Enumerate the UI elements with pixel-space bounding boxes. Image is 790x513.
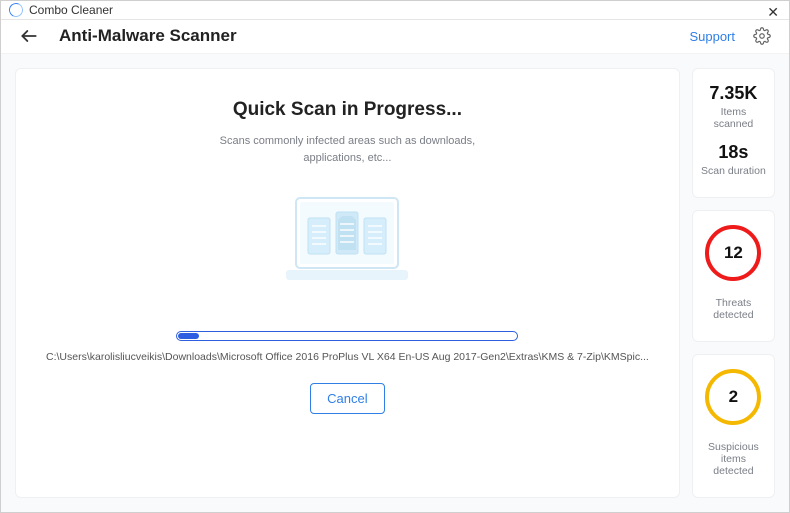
gear-icon — [753, 27, 771, 45]
threats-label: Threats detected — [701, 297, 766, 321]
suspicious-card: 2 Suspicious items detected — [692, 354, 775, 498]
scan-panel: Quick Scan in Progress... Scans commonly… — [15, 68, 680, 498]
scan-description: Scans commonly infected areas such as do… — [220, 133, 476, 166]
suspicious-value: 2 — [729, 387, 738, 407]
header: Anti-Malware Scanner Support — [1, 20, 789, 54]
items-scanned-label: Items scanned — [701, 106, 766, 130]
page-title: Anti-Malware Scanner — [59, 26, 237, 46]
titlebar: Combo Cleaner ✕ — [1, 1, 789, 20]
threats-ring-icon: 12 — [705, 225, 761, 281]
scan-duration-label: Scan duration — [701, 165, 766, 177]
settings-button[interactable] — [753, 27, 771, 45]
threats-card: 12 Threats detected — [692, 210, 775, 342]
laptop-icon — [282, 194, 412, 286]
laptop-illustration — [282, 194, 412, 291]
scan-duration-value: 18s — [718, 142, 748, 163]
current-scan-path: C:\Users\karolisliucveikis\Downloads\Mic… — [46, 351, 649, 363]
suspicious-label: Suspicious items detected — [701, 441, 766, 477]
scan-title: Quick Scan in Progress... — [233, 99, 462, 121]
app-title: Combo Cleaner — [29, 3, 113, 17]
suspicious-ring-icon: 2 — [705, 369, 761, 425]
back-button[interactable] — [19, 26, 39, 46]
stats-card-scanned: 7.35K Items scanned 18s Scan duration — [692, 68, 775, 198]
app-icon — [7, 1, 25, 19]
items-scanned-value: 7.35K — [709, 83, 757, 104]
cancel-button[interactable]: Cancel — [310, 383, 384, 414]
threats-value: 12 — [724, 243, 743, 263]
arrow-left-icon — [19, 26, 39, 46]
close-icon[interactable]: ✕ — [767, 5, 779, 19]
progress-fill — [178, 333, 198, 339]
support-link[interactable]: Support — [689, 29, 735, 44]
progress-bar — [176, 331, 518, 341]
